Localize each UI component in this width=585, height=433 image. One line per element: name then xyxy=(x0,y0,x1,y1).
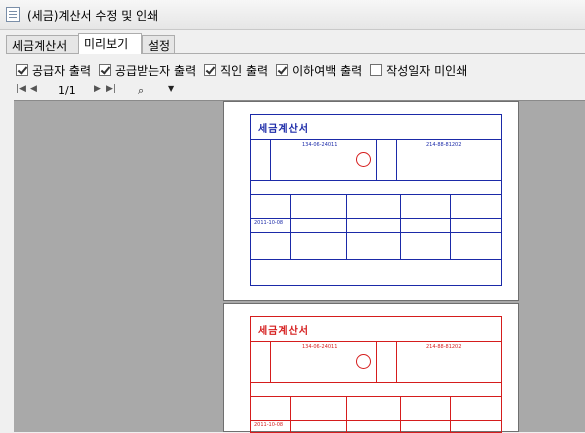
option-supplier-print[interactable]: 공급자 출력 xyxy=(16,61,91,79)
title-bar: (세금)계산서 수정 및 인쇄 xyxy=(0,0,585,30)
invoice-title: 세금계산서 xyxy=(258,326,309,337)
preview-page-1: 세금계산서 134-06-24011 214-88-81202 2011-10-… xyxy=(223,101,519,301)
tab-preview[interactable]: 미리보기 xyxy=(78,33,142,54)
checkbox-icon[interactable] xyxy=(204,64,217,76)
buyer-reg-no: 214-88-81202 xyxy=(426,142,462,148)
first-page-icon[interactable]: |◀ xyxy=(16,84,26,94)
supplier-reg-no: 134-06-24011 xyxy=(302,344,338,350)
invoice-title: 세금계산서 xyxy=(258,124,309,135)
next-page-icon[interactable]: ▶ xyxy=(94,84,101,94)
option-date-omit[interactable]: 작성일자 미인쇄 xyxy=(370,61,467,79)
page-indicator: 1/1 xyxy=(58,84,76,97)
buyer-reg-no: 214-88-81202 xyxy=(426,344,462,350)
seal-icon xyxy=(356,354,371,369)
last-page-icon[interactable]: ▶| xyxy=(106,84,116,94)
preview-area[interactable]: 세금계산서 134-06-24011 214-88-81202 2011-10-… xyxy=(14,100,585,433)
zoom-icon[interactable]: ⌕ xyxy=(138,84,144,98)
checkbox-icon[interactable] xyxy=(276,64,289,76)
option-stamp-print[interactable]: 직인 출력 xyxy=(204,61,268,79)
preview-page-2: 세금계산서 134-06-24011 214-88-81202 2011-10-… xyxy=(223,303,519,433)
checkbox-icon[interactable] xyxy=(16,64,28,76)
window-title: (세금)계산서 수정 및 인쇄 xyxy=(27,9,159,23)
previous-page-icon[interactable]: ◀ xyxy=(30,84,37,94)
tab-tax-invoice[interactable]: 세금계산서 xyxy=(6,35,79,53)
document-icon xyxy=(6,7,20,22)
issue-date: 2011-10-08 xyxy=(254,422,284,428)
checkbox-icon[interactable] xyxy=(370,64,383,76)
option-buyer-print[interactable]: 공급받는자 출력 xyxy=(99,61,196,79)
preview-toolbar: |◀ ◀ 1/1 ▶ ▶| ⌕ ▼ xyxy=(12,82,585,100)
tab-settings[interactable]: 설정 xyxy=(142,35,175,53)
print-options: 공급자 출력 공급받는자 출력 직인 출력 이하여백 출력 작성일자 미인쇄 xyxy=(16,61,475,79)
supplier-reg-no: 134-06-24011 xyxy=(302,142,338,148)
option-blank-print[interactable]: 이하여백 출력 xyxy=(276,61,362,79)
checkbox-icon[interactable] xyxy=(99,64,112,76)
issue-date: 2011-10-08 xyxy=(254,220,284,226)
seal-icon xyxy=(356,152,371,167)
chevron-down-icon[interactable]: ▼ xyxy=(168,84,174,93)
